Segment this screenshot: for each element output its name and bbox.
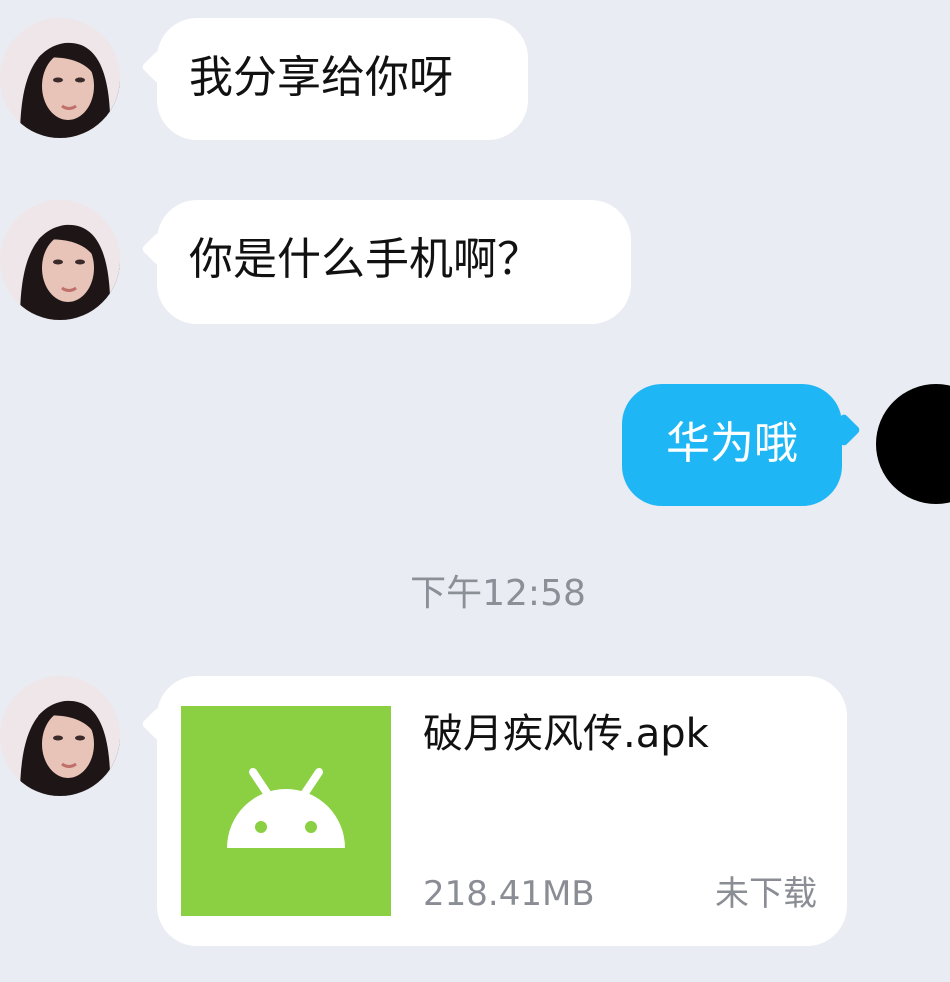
- my-avatar[interactable]: [876, 384, 950, 504]
- download-status[interactable]: 未下载: [715, 872, 817, 916]
- apk-file-icon: [181, 706, 391, 916]
- message-text: 我分享给你呀: [189, 52, 453, 103]
- file-size: 218.41MB: [423, 874, 595, 914]
- message-bubble-incoming[interactable]: 我分享给你呀: [157, 18, 528, 140]
- message-bubble-incoming[interactable]: 你是什么手机啊？: [157, 200, 631, 324]
- file-name: 破月疾风传.apk: [423, 711, 709, 757]
- contact-avatar-image: [0, 18, 120, 138]
- message-timestamp: 下午12:58: [410, 573, 586, 614]
- file-message-card[interactable]: 破月疾风传.apk 218.41MB 未下载: [157, 676, 847, 946]
- message-text: 你是什么手机啊？: [189, 234, 541, 285]
- contact-avatar-image: [0, 676, 120, 796]
- contact-avatar[interactable]: [0, 200, 120, 320]
- message-text: 华为哦: [666, 418, 798, 469]
- contact-avatar-image: [0, 200, 120, 320]
- message-bubble-outgoing[interactable]: 华为哦: [622, 384, 842, 506]
- android-icon: [227, 768, 345, 848]
- contact-avatar[interactable]: [0, 676, 120, 796]
- contact-avatar[interactable]: [0, 18, 120, 138]
